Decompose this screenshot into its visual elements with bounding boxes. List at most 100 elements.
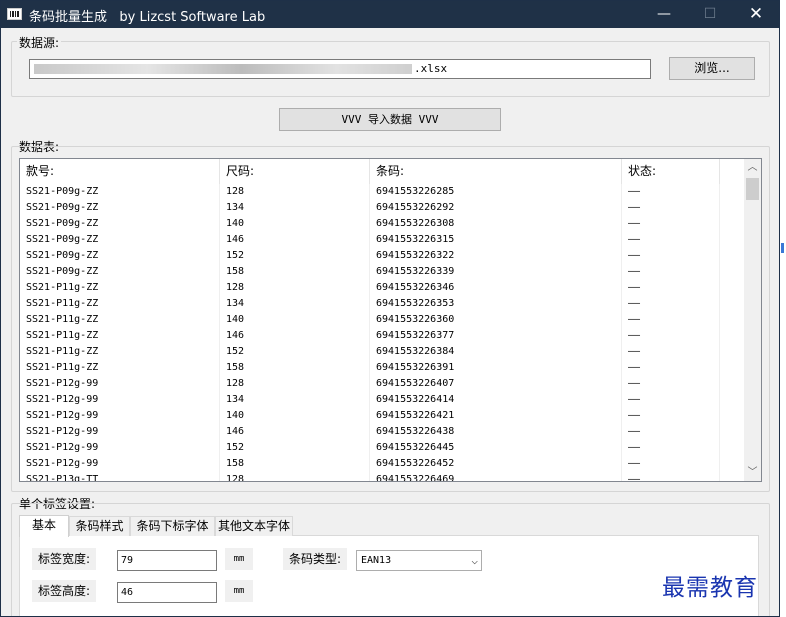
table-row[interactable]: SS21-P11g-ZZ 152 6941553226384 —— [20, 344, 744, 360]
cell-barcode: 6941553226407 [370, 376, 622, 392]
column-header-barcode[interactable]: 条码: [370, 159, 622, 184]
column-header-filler [720, 159, 744, 184]
table-row[interactable]: SS21-P09g-ZZ 152 6941553226322 —— [20, 248, 744, 264]
cell-size: 146 [220, 232, 370, 248]
table-row[interactable]: SS21-P11g-ZZ 146 6941553226377 —— [20, 328, 744, 344]
table-row[interactable]: SS21-P09g-ZZ 128 6941553226285 —— [20, 184, 744, 200]
watermark-text: 最需教育 [662, 575, 758, 601]
table-row[interactable]: SS21-P12g-99 152 6941553226445 —— [20, 440, 744, 456]
column-header-size[interactable]: 尺码: [220, 159, 370, 184]
scroll-thumb[interactable] [746, 178, 759, 200]
cell-status: —— [622, 440, 720, 456]
chevron-down-icon[interactable]: ⌵ [471, 551, 478, 570]
cell-size: 146 [220, 424, 370, 440]
cell-style: SS21-P09g-ZZ [20, 248, 220, 264]
cell-size: 128 [220, 376, 370, 392]
minimize-button[interactable]: — [641, 1, 687, 28]
cell-size: 134 [220, 200, 370, 216]
cell-style: SS21-P12g-99 [20, 408, 220, 424]
tab-barcode-style[interactable]: 条码样式 [69, 516, 130, 536]
cell-style: SS21-P09g-ZZ [20, 216, 220, 232]
label-width-input[interactable]: 79 [117, 550, 217, 571]
table-row[interactable]: SS21-P09g-ZZ 146 6941553226315 —— [20, 232, 744, 248]
window-title: 条码批量生成 by Lizcst Software Lab [29, 10, 266, 25]
cell-filler [720, 296, 744, 312]
table-row[interactable]: SS21-P09g-ZZ 158 6941553226339 —— [20, 264, 744, 280]
cell-barcode: 6941553226339 [370, 264, 622, 280]
cell-barcode: 6941553226292 [370, 200, 622, 216]
scroll-up-arrow-icon[interactable]: ︿ [744, 159, 761, 176]
table-header: 款号: 尺码: 条码: 状态: [20, 159, 744, 184]
table-row[interactable]: SS21-P09g-ZZ 134 6941553226292 —— [20, 200, 744, 216]
cell-style: SS21-P09g-ZZ [20, 232, 220, 248]
cell-status: —— [622, 360, 720, 376]
label-height-unit: mm [225, 580, 253, 602]
cell-style: SS21-P11g-ZZ [20, 296, 220, 312]
cell-size: 140 [220, 216, 370, 232]
table-row[interactable]: SS21-P09g-ZZ 140 6941553226308 —— [20, 216, 744, 232]
cell-filler [720, 424, 744, 440]
table-row[interactable]: SS21-P11g-ZZ 128 6941553226346 —— [20, 280, 744, 296]
cell-filler [720, 440, 744, 456]
cell-size: 134 [220, 296, 370, 312]
table-row[interactable]: SS21-P11g-ZZ 158 6941553226391 —— [20, 360, 744, 376]
cell-size: 140 [220, 408, 370, 424]
column-header-status[interactable]: 状态: [622, 159, 720, 184]
cell-filler [720, 216, 744, 232]
column-header-style[interactable]: 款号: [20, 159, 220, 184]
cell-filler [720, 280, 744, 296]
tab-panel-basic [19, 535, 759, 616]
cell-status: —— [622, 184, 720, 200]
tab-basic[interactable]: 基本 [19, 515, 69, 537]
cell-style: SS21-P11g-ZZ [20, 280, 220, 296]
cell-filler [720, 456, 744, 472]
cell-size: 152 [220, 440, 370, 456]
cell-status: —— [622, 216, 720, 232]
close-button[interactable]: ✕ [733, 1, 779, 28]
table-row[interactable]: SS21-P12g-99 146 6941553226438 —— [20, 424, 744, 440]
cell-filler [720, 264, 744, 280]
table-row[interactable]: SS21-P13g-TT 128 6941553226469 —— [20, 472, 744, 481]
title-bar[interactable]: 条码批量生成 by Lizcst Software Lab — ☐ ✕ [1, 1, 779, 28]
cell-style: SS21-P09g-ZZ [20, 264, 220, 280]
tab-other-text-font[interactable]: 其他文本字体 [215, 516, 293, 536]
table-row[interactable]: SS21-P12g-99 140 6941553226421 —— [20, 408, 744, 424]
file-extension: .xlsx [414, 62, 448, 75]
cell-status: —— [622, 344, 720, 360]
cell-barcode: 6941553226469 [370, 472, 622, 481]
cell-barcode: 6941553226322 [370, 248, 622, 264]
data-table[interactable]: 款号: 尺码: 条码: 状态: SS21-P09g-ZZ 128 694155322… [19, 158, 762, 482]
label-height-label: 标签高度: [32, 580, 97, 602]
cell-style: SS21-P11g-ZZ [20, 328, 220, 344]
label-height-input[interactable]: 46 [117, 582, 217, 603]
table-row[interactable]: SS21-P11g-ZZ 140 6941553226360 —— [20, 312, 744, 328]
datasource-label: 数据源: [17, 34, 62, 51]
cell-size: 128 [220, 184, 370, 200]
cell-status: —— [622, 232, 720, 248]
cell-filler [720, 376, 744, 392]
cell-filler [720, 360, 744, 376]
cell-style: SS21-P12g-99 [20, 376, 220, 392]
table-row[interactable]: SS21-P12g-99 128 6941553226407 —— [20, 376, 744, 392]
cell-filler [720, 392, 744, 408]
file-path-input[interactable]: .xlsx [29, 59, 651, 79]
browse-button[interactable]: 浏览... [669, 57, 755, 80]
cell-size: 152 [220, 344, 370, 360]
tab-barcode-subscript-font[interactable]: 条码下标字体 [130, 516, 215, 536]
cell-status: —— [622, 200, 720, 216]
table-row[interactable]: SS21-P11g-ZZ 134 6941553226353 —— [20, 296, 744, 312]
table-row[interactable]: SS21-P12g-99 158 6941553226452 —— [20, 456, 744, 472]
maximize-button[interactable]: ☐ [687, 1, 733, 28]
cell-filler [720, 408, 744, 424]
table-row[interactable]: SS21-P12g-99 134 6941553226414 —— [20, 392, 744, 408]
redacted-path [34, 64, 412, 74]
cell-size: 128 [220, 472, 370, 481]
cell-filler [720, 472, 744, 481]
cell-barcode: 6941553226414 [370, 392, 622, 408]
scroll-down-arrow-icon[interactable]: ﹀ [744, 464, 761, 481]
barcode-type-select[interactable]: EAN13 ⌵ [356, 550, 482, 571]
desktop-edge-marker [781, 243, 784, 253]
import-data-button[interactable]: VVV 导入数据 VVV [279, 108, 501, 131]
table-vertical-scrollbar[interactable]: ︿ ﹀ [744, 159, 761, 481]
table-body: SS21-P09g-ZZ 128 6941553226285 —— SS21-P09g-… [20, 184, 744, 481]
